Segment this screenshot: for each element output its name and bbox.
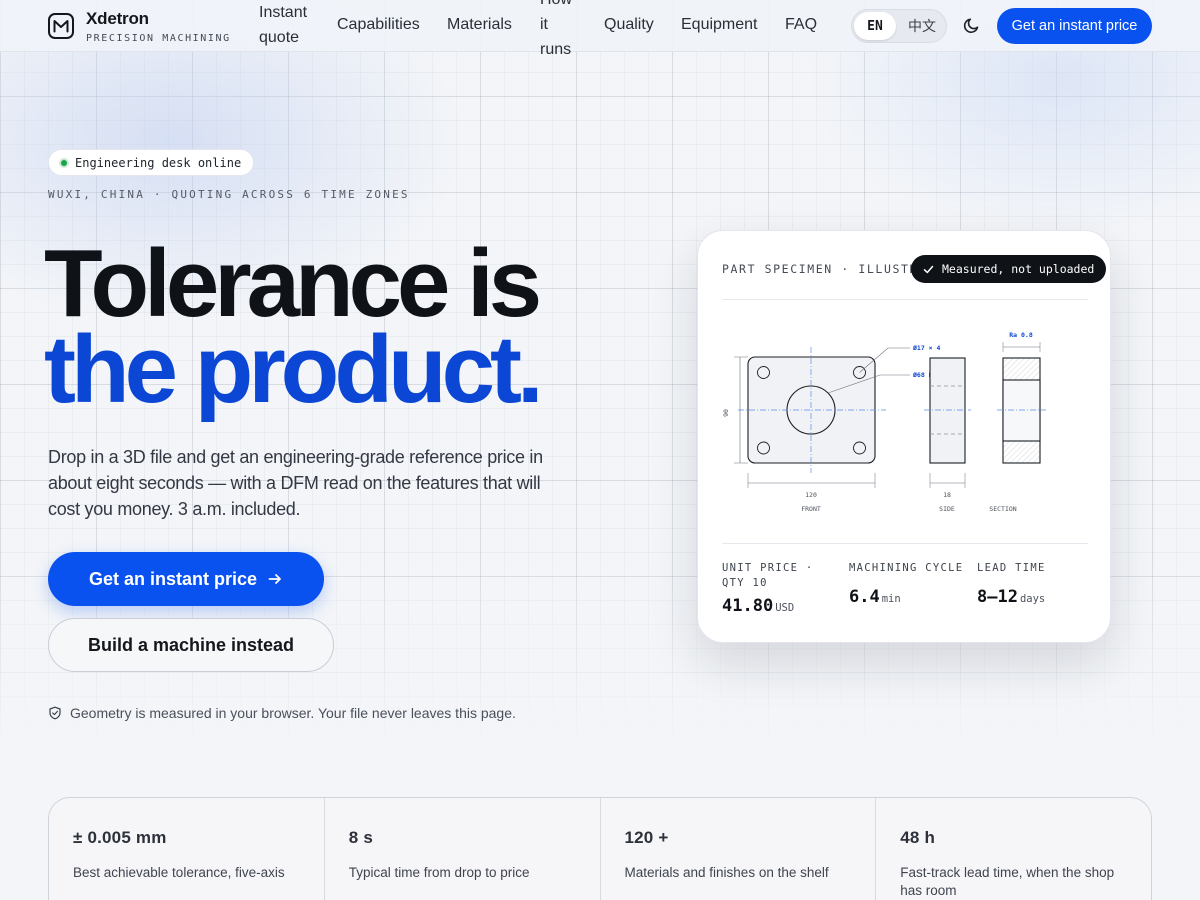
build-machine-button[interactable]: Build a machine instead [48, 618, 334, 672]
nav-link-materials[interactable]: Materials [447, 12, 512, 37]
stat-tolerance: ± 0.005 mm Best achievable tolerance, fi… [49, 798, 325, 900]
nav-link-how-it-runs[interactable]: How it runs [540, 0, 576, 62]
metric-unit: days [1019, 593, 1046, 605]
ra-callout: Ra 0.8 [1009, 331, 1033, 339]
stat-description: Fast-track lead time, when the shop has … [900, 865, 1115, 898]
arrow-right-icon [268, 574, 281, 584]
moon-icon [963, 18, 979, 34]
metric-label: MACHINING CYCLE [849, 562, 964, 574]
stat-value: 8 s [348, 828, 373, 847]
nav-link-faq[interactable]: FAQ [785, 12, 817, 37]
shield-check-icon [49, 706, 61, 720]
metric-unit-price: UNIT PRICE · QTY 10 41.80 USD [722, 561, 842, 616]
stat-lead-time: 48 h Fast-track lead time, when the shop… [876, 798, 1151, 900]
brand-tagline: PRECISION MACHINING [86, 33, 231, 44]
privacy-note: Geometry is measured in your browser. Yo… [48, 705, 516, 721]
metric-unit: min [881, 593, 901, 605]
nav-link-quality[interactable]: Quality [604, 12, 654, 37]
top-nav: Xdetron PRECISION MACHINING Instant quot… [0, 0, 1200, 58]
side-view-label: SIDE [939, 505, 955, 513]
hero-description: Drop in a 3D file and get an engineering… [48, 447, 543, 519]
check-icon [923, 265, 934, 273]
metric-machining-cycle: MACHINING CYCLE 6.4 min [849, 561, 969, 607]
status-badge: Engineering desk online [48, 149, 255, 176]
privacy-text: Geometry is measured in your browser. Yo… [70, 705, 516, 721]
stat-value: 120 + [624, 828, 669, 847]
nav-link-instant-quote[interactable]: Instant quote [259, 0, 319, 50]
section-bore-cut [1002, 379, 1041, 442]
metric-number: 6.4 [849, 587, 880, 607]
get-instant-price-button[interactable]: Get an instant price [48, 552, 324, 606]
online-dot-icon [59, 157, 69, 168]
card-kicker: PART SPECIMEN · ILLUSTRATIVE [722, 262, 922, 276]
measured-badge-text: Measured, not uploaded [942, 262, 1095, 276]
metric-value: 41.80 USD [722, 596, 842, 616]
metric-lead-time: LEAD TIME 8–12 days [977, 561, 1097, 607]
depth-dimension: 18 [943, 491, 951, 499]
language-toggle: EN 中文 [851, 9, 947, 43]
side-view-outline [929, 357, 966, 464]
stats-strip: ± 0.005 mm Best achievable tolerance, fi… [48, 797, 1152, 900]
section-view-label: SECTION [989, 505, 1016, 513]
technical-drawing: 90 120 FRONT Ø17 × 4 Ø68 H7 18 SIDE Ra 0… [722, 331, 1046, 513]
stat-materials: 120 + Materials and finishes on the shel… [601, 798, 877, 900]
card-divider-top [722, 299, 1088, 300]
holes-callout: Ø17 × 4 [912, 344, 940, 352]
location-line: WUXI, CHINA · QUOTING ACROSS 6 TIME ZONE… [48, 188, 410, 201]
stat-value: ± 0.005 mm [73, 828, 167, 847]
nav-link-capabilities[interactable]: Capabilities [337, 12, 420, 37]
headline-line-2: the product. [44, 316, 544, 423]
metric-value: 8–12 days [977, 587, 1097, 607]
metric-unit: USD [775, 602, 795, 614]
lang-option-zh[interactable]: 中文 [900, 12, 944, 40]
status-text: Engineering desk online [75, 155, 242, 170]
nav-instant-price-button[interactable]: Get an instant price [997, 8, 1152, 44]
nav-link-equipment[interactable]: Equipment [681, 12, 758, 37]
part-specimen-card: PART SPECIMEN · ILLUSTRATIVE Measured, n… [697, 230, 1111, 643]
metric-number: 8–12 [977, 587, 1018, 607]
stat-description: Typical time from drop to price [348, 865, 530, 880]
front-view-label: FRONT [801, 505, 821, 513]
height-dimension: 90 [722, 409, 730, 417]
card-divider-bottom [722, 543, 1088, 544]
stat-description: Best achievable tolerance, five-axis [73, 865, 285, 880]
metric-label: LEAD TIME [977, 562, 1046, 574]
metric-number: 41.80 [722, 596, 774, 616]
metric-label: UNIT PRICE · QTY 10 [722, 562, 814, 589]
logo-m-icon [53, 20, 69, 33]
stat-description: Materials and finishes on the shelf [624, 865, 829, 880]
metric-value: 6.4 min [849, 587, 969, 607]
logo-icon[interactable] [48, 13, 74, 39]
cta-primary-label: Get an instant price [88, 568, 258, 589]
stat-value: 48 h [900, 828, 936, 847]
brand-name[interactable]: Xdetron [86, 9, 149, 29]
theme-toggle-button[interactable] [962, 15, 982, 35]
measured-badge: Measured, not uploaded [911, 255, 1107, 283]
stat-quote-time: 8 s Typical time from drop to price [325, 798, 601, 900]
lang-option-en[interactable]: EN [854, 12, 896, 40]
width-dimension: 120 [805, 491, 817, 499]
